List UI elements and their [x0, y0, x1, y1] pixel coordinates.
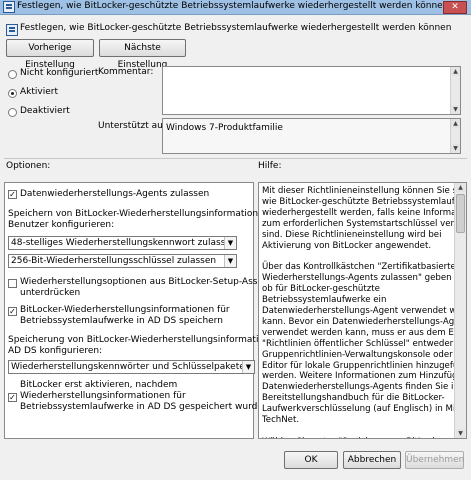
- comment-scrollbar[interactable]: ▲ ▼: [450, 67, 460, 114]
- supported-on-field: Windows 7-Produktfamilie ▲ ▼: [162, 118, 461, 154]
- scroll-up-icon[interactable]: ▲: [451, 119, 460, 128]
- options-heading: Optionen:: [6, 161, 51, 171]
- allow-dra-label: Datenwiederherstellungs-Agents zulassen: [20, 189, 210, 199]
- require-ad-line-3: Betriebssystemlaufwerke in AD DS gespeic…: [20, 402, 269, 412]
- scroll-thumb[interactable]: [456, 194, 465, 233]
- recovery-key-select[interactable]: 256-Bit-Wiederherstellungsschlüssel zula…: [8, 254, 237, 268]
- divider: [4, 158, 467, 159]
- supported-scrollbar[interactable]: ▲ ▼: [450, 119, 460, 153]
- save-ad-line-2: Betriebssystemlaufwerke in AD DS speiche…: [20, 316, 223, 326]
- scroll-down-icon[interactable]: ▼: [456, 429, 465, 438]
- recovery-password-value: 48-stelliges Wiederherstellungskennwort …: [11, 238, 237, 248]
- window-title: Festlegen, wie BitLocker-geschützte Betr…: [17, 1, 449, 11]
- ad-storage-value: Wiederherstellungskennwörter und Schlüss…: [11, 362, 254, 372]
- next-setting-button[interactable]: Nächste Einstellung: [99, 39, 186, 70]
- scroll-up-icon[interactable]: ▲: [451, 67, 460, 76]
- title-bar: Festlegen, wie BitLocker-geschützte Betr…: [0, 0, 471, 15]
- radio-disabled-label: Deaktiviert: [20, 106, 70, 116]
- scroll-up-icon[interactable]: ▲: [456, 183, 465, 192]
- policy-icon: [6, 24, 18, 36]
- close-button[interactable]: ✕: [443, 1, 467, 14]
- policy-title: Festlegen, wie BitLocker-geschützte Betr…: [20, 23, 452, 33]
- previous-setting-button[interactable]: Vorherige Einstellung: [6, 39, 94, 70]
- allow-dra-checkbox[interactable]: ✓: [8, 190, 17, 199]
- help-text: Mit dieser Richtlinieneinstellung können…: [262, 186, 467, 438]
- ad-config-line-2: AD DS konfigurieren:: [8, 346, 103, 356]
- scroll-down-icon[interactable]: ▼: [451, 144, 460, 153]
- ad-storage-select[interactable]: Wiederherstellungskennwörter und Schlüss…: [8, 360, 255, 374]
- options-panel: ✓ Datenwiederherstellungs-Agents zulasse…: [4, 182, 298, 439]
- ok-button[interactable]: OK: [284, 451, 338, 469]
- chevron-down-icon[interactable]: ▼: [242, 361, 254, 373]
- storage-intro-line-2: Benutzer konfigurieren:: [8, 220, 115, 230]
- help-scrollbar[interactable]: ▲ ▼: [454, 183, 466, 438]
- help-heading: Hilfe:: [258, 161, 282, 171]
- recovery-key-value: 256-Bit-Wiederherstellungsschlüssel zula…: [11, 256, 217, 266]
- scroll-down-icon[interactable]: ▼: [451, 105, 460, 114]
- radio-enabled[interactable]: [8, 89, 17, 98]
- supported-on-value: Windows 7-Produktfamilie: [166, 123, 283, 133]
- apply-button[interactable]: Übernehmen: [405, 451, 464, 469]
- save-ad-checkbox[interactable]: ✓: [8, 307, 17, 316]
- help-panel: Mit dieser Richtlinieneinstellung können…: [258, 182, 467, 439]
- cancel-button[interactable]: Abbrechen: [343, 451, 401, 469]
- recovery-password-select[interactable]: 48-stelliges Wiederherstellungskennwort …: [8, 236, 237, 250]
- omit-options-line-2: unterdrücken: [20, 288, 81, 298]
- radio-disabled[interactable]: [8, 108, 17, 117]
- comment-label: Kommentar:: [98, 67, 154, 77]
- supported-on-label: Unterstützt auf:: [98, 121, 169, 131]
- chevron-down-icon[interactable]: ▼: [224, 255, 236, 267]
- chevron-down-icon[interactable]: ▼: [224, 237, 236, 249]
- require-ad-checkbox[interactable]: ✓: [8, 393, 17, 402]
- policy-settings-icon: [3, 1, 15, 13]
- radio-not-configured-label: Nicht konfiguriert: [20, 68, 99, 78]
- omit-options-checkbox[interactable]: [8, 279, 17, 288]
- radio-not-configured[interactable]: [8, 70, 17, 79]
- radio-enabled-label: Aktiviert: [20, 87, 58, 97]
- comment-field[interactable]: ▲ ▼: [162, 66, 461, 115]
